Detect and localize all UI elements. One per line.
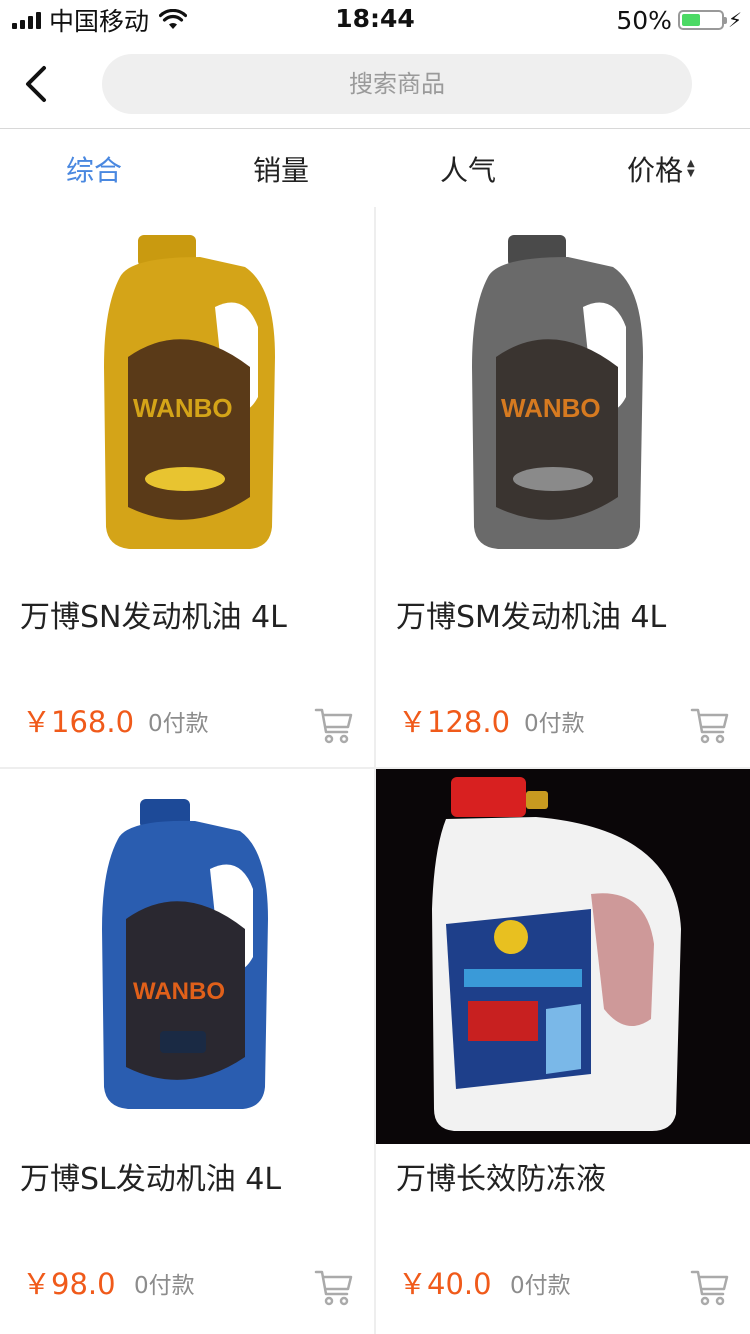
- blue-oil-bottle-image: WANBO: [0, 769, 374, 1144]
- charging-bolt-icon: ⚡: [727, 8, 742, 32]
- product-name: 万博SL发动机油 4L: [20, 1162, 282, 1197]
- cart-icon[interactable]: [690, 1267, 730, 1307]
- product-price: ￥168.0: [22, 705, 135, 739]
- product-image: WANBO: [376, 207, 750, 582]
- cart-icon[interactable]: [314, 705, 354, 745]
- svg-text:WANBO: WANBO: [133, 393, 233, 423]
- cart-icon[interactable]: [314, 1267, 354, 1307]
- gray-oil-bottle-image: WANBO: [376, 207, 750, 582]
- chevron-left-icon: [26, 66, 46, 102]
- product-price: ￥40.0: [398, 1267, 492, 1301]
- tab-label: 综合: [66, 154, 123, 187]
- product-card[interactable]: WANBO 万博SM发动机油 4L ￥128.0 0付款: [376, 207, 750, 767]
- sort-arrows-icon: ▲ ▼: [687, 158, 695, 179]
- back-button[interactable]: [18, 60, 62, 108]
- paid-count: 0付款: [148, 711, 209, 737]
- product-image: [376, 769, 750, 1144]
- battery-percent: 50%: [616, 5, 672, 35]
- search-box[interactable]: [102, 54, 692, 114]
- svg-text:WANBO: WANBO: [133, 978, 225, 1005]
- product-name: 万博长效防冻液: [396, 1162, 606, 1197]
- tab-label: 价格: [627, 154, 684, 187]
- product-grid: WANBO 万博SN发动机油 4L ￥168.0 0付款 WANBO 万博SM发…: [0, 207, 750, 1334]
- sort-tabs: 综合 销量 人气 价格 ▲ ▼: [0, 129, 750, 207]
- white-antifreeze-bottle-image: [376, 769, 750, 1144]
- battery-icon: [677, 10, 727, 30]
- tab-popularity[interactable]: 人气: [440, 147, 496, 191]
- product-name: 万博SM发动机油 4L: [396, 600, 667, 635]
- paid-count: 0付款: [134, 1273, 195, 1299]
- svg-text:WANBO: WANBO: [501, 393, 601, 423]
- product-price: ￥128.0: [398, 705, 511, 739]
- tab-label: 人气: [440, 154, 497, 187]
- product-image: WANBO: [0, 769, 374, 1144]
- product-image: WANBO: [0, 207, 374, 582]
- tab-sales[interactable]: 销量: [253, 147, 309, 191]
- tab-price[interactable]: 价格 ▲ ▼: [627, 147, 695, 191]
- product-name: 万博SN发动机油 4L: [20, 600, 287, 635]
- product-card[interactable]: WANBO 万博SL发动机油 4L ￥98.0 0付款: [0, 769, 374, 1329]
- search-input[interactable]: [102, 69, 692, 99]
- product-card[interactable]: 万博长效防冻液 ￥40.0 0付款: [376, 769, 750, 1329]
- status-right: 50% ⚡: [616, 5, 742, 35]
- tab-label: 销量: [253, 154, 310, 187]
- product-card[interactable]: WANBO 万博SN发动机油 4L ￥168.0 0付款: [0, 207, 374, 767]
- paid-count: 0付款: [510, 1273, 571, 1299]
- gold-oil-bottle-image: WANBO: [0, 207, 374, 582]
- status-bar: 中国移动 18:44 50% ⚡: [0, 0, 750, 40]
- product-price: ￥98.0: [22, 1267, 116, 1301]
- cart-icon[interactable]: [690, 705, 730, 745]
- tab-comprehensive[interactable]: 综合: [66, 147, 122, 191]
- nav-bar: [0, 40, 750, 129]
- paid-count: 0付款: [524, 711, 585, 737]
